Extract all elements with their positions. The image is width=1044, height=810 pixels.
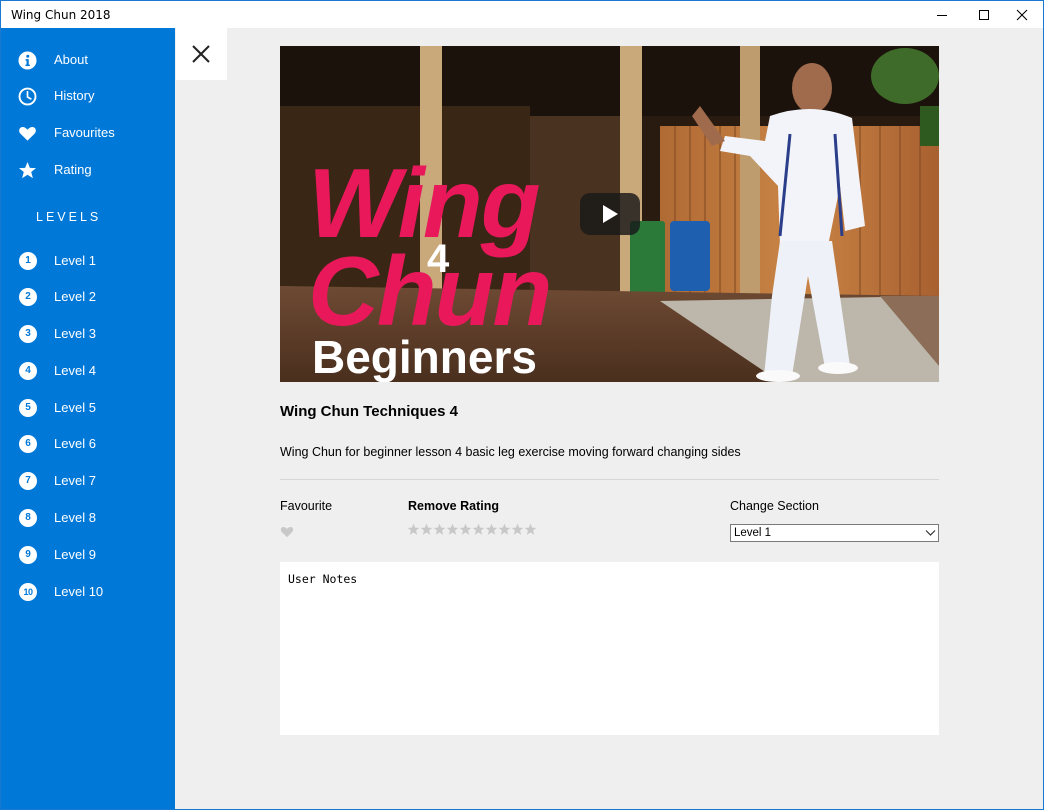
sidebar: About History Favourites Rating LEVELS 1… (1, 28, 175, 809)
star-icon[interactable] (472, 523, 485, 536)
sidebar-item-label: Level 1 (54, 253, 96, 268)
info-icon (18, 51, 37, 70)
sidebar-item-about[interactable]: About (1, 42, 175, 78)
thumbnail-subtitle: Beginners (312, 331, 537, 382)
sidebar-item-label: Level 10 (54, 584, 104, 599)
sidebar-item-level-7[interactable]: 7 Level 7 (1, 463, 175, 499)
app-window: Wing Chun 2018 About History Favourites … (0, 0, 1044, 810)
thumbnail-number: 4 (427, 237, 450, 281)
sidebar-item-rating[interactable]: Rating (1, 152, 175, 188)
sidebar-item-label: Rating (54, 162, 92, 177)
number-badge-icon: 6 (19, 435, 37, 453)
sidebar-item-label: Favourites (54, 125, 115, 140)
window-title: Wing Chun 2018 (11, 8, 111, 22)
number-badge-icon: 9 (19, 546, 37, 564)
sidebar-item-label: Level 9 (54, 547, 96, 562)
sidebar-item-label: Level 5 (54, 400, 96, 415)
heart-icon (280, 527, 294, 538)
sidebar-item-history[interactable]: History (1, 78, 175, 114)
close-icon (192, 45, 210, 63)
user-notes-box (280, 562, 939, 735)
close-window-button[interactable] (999, 1, 1043, 28)
number-badge-icon: 7 (19, 472, 37, 490)
sidebar-item-level-4[interactable]: 4 Level 4 (1, 353, 175, 389)
section-dropdown[interactable]: Level 1 (730, 524, 939, 542)
star-icon[interactable] (433, 523, 446, 536)
sidebar-item-level-1[interactable]: 1 Level 1 (1, 243, 175, 279)
sidebar-item-level-8[interactable]: 8 Level 8 (1, 500, 175, 536)
levels-header: LEVELS (36, 210, 102, 224)
play-icon (603, 205, 618, 223)
sidebar-item-level-3[interactable]: 3 Level 3 (1, 316, 175, 352)
minimize-button[interactable] (919, 1, 965, 28)
title-bar: Wing Chun 2018 (1, 1, 1043, 28)
sidebar-item-label: Level 8 (54, 510, 96, 525)
sidebar-item-level-5[interactable]: 5 Level 5 (1, 390, 175, 426)
minimize-icon (937, 15, 947, 16)
sidebar-item-label: About (54, 52, 88, 67)
play-button[interactable] (580, 193, 640, 235)
star-icon[interactable] (459, 523, 472, 536)
star-icon[interactable] (498, 523, 511, 536)
sidebar-item-label: History (54, 88, 95, 103)
divider (280, 479, 939, 480)
clock-icon (18, 87, 37, 106)
sidebar-item-label: Level 2 (54, 289, 96, 304)
sidebar-item-label: Level 7 (54, 473, 96, 488)
number-badge-icon: 10 (19, 583, 37, 601)
star-icon[interactable] (524, 523, 537, 536)
number-badge-icon: 2 (19, 288, 37, 306)
star-icon (18, 161, 37, 179)
favourite-toggle[interactable] (280, 525, 294, 543)
number-badge-icon: 5 (19, 399, 37, 417)
user-notes-input[interactable] (280, 562, 939, 735)
sidebar-item-level-9[interactable]: 9 Level 9 (1, 537, 175, 573)
video-player[interactable]: Wing Chun 4 Beginners (280, 46, 939, 382)
change-section-label: Change Section (730, 499, 819, 513)
close-detail-button[interactable] (176, 28, 227, 80)
chevron-down-icon (925, 530, 936, 536)
number-badge-icon: 4 (19, 362, 37, 380)
heart-icon (19, 126, 36, 141)
sidebar-item-level-10[interactable]: 10 Level 10 (1, 574, 175, 610)
sidebar-item-label: Level 6 (54, 436, 96, 451)
sidebar-item-level-6[interactable]: 6 Level 6 (1, 426, 175, 462)
remove-rating-button[interactable]: Remove Rating (408, 499, 499, 513)
section-dropdown-value: Level 1 (734, 527, 772, 539)
sidebar-item-favourites[interactable]: Favourites (1, 115, 175, 151)
star-icon[interactable] (420, 523, 433, 536)
star-icon[interactable] (511, 523, 524, 536)
sidebar-item-label: Level 4 (54, 363, 96, 378)
star-icon[interactable] (485, 523, 498, 536)
number-badge-icon: 1 (19, 252, 37, 270)
sidebar-item-level-2[interactable]: 2 Level 2 (1, 279, 175, 315)
close-icon (1016, 9, 1028, 21)
star-icon[interactable] (407, 523, 420, 536)
number-badge-icon: 3 (19, 325, 37, 343)
favourite-label: Favourite (280, 499, 333, 513)
video-description: Wing Chun for beginner lesson 4 basic le… (280, 445, 741, 459)
number-badge-icon: 8 (19, 509, 37, 527)
star-icon[interactable] (446, 523, 459, 536)
maximize-icon (979, 10, 989, 20)
video-title: Wing Chun Techniques 4 (280, 403, 458, 420)
sidebar-item-label: Level 3 (54, 326, 96, 341)
